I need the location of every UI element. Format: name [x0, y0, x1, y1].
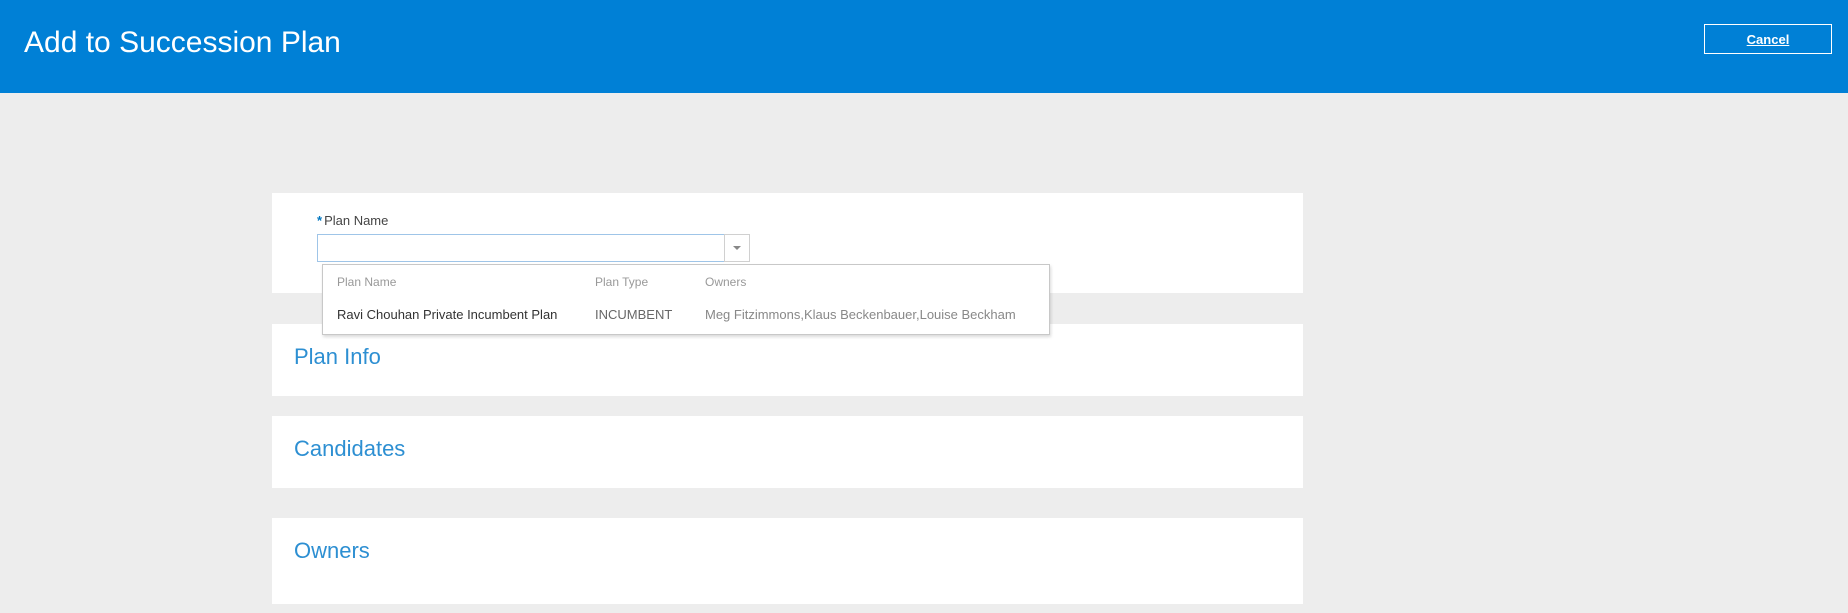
- candidates-title: Candidates: [272, 416, 1303, 482]
- cancel-button[interactable]: Cancel: [1704, 24, 1832, 54]
- plan-name-combobox: [317, 234, 1283, 262]
- candidates-section: Candidates: [272, 416, 1303, 488]
- plan-name-input[interactable]: [317, 234, 725, 262]
- dropdown-option-owners: Meg Fitzimmons,Klaus Beckenbauer,Louise …: [705, 307, 1035, 322]
- required-indicator: *: [317, 213, 322, 228]
- page-title: Add to Succession Plan: [24, 26, 341, 60]
- plan-name-dropdown: Plan Name Plan Type Owners Ravi Chouhan …: [322, 264, 1050, 335]
- chevron-down-icon: [732, 241, 742, 256]
- dropdown-option-name: Ravi Chouhan Private Incumbent Plan: [337, 307, 595, 322]
- plan-name-label: Plan Name: [324, 213, 388, 228]
- plan-name-dropdown-button[interactable]: [724, 234, 750, 262]
- dropdown-header-row: Plan Name Plan Type Owners: [323, 265, 1049, 297]
- owners-section: Owners: [272, 518, 1303, 604]
- dropdown-option-type: INCUMBENT: [595, 307, 705, 322]
- dropdown-option[interactable]: Ravi Chouhan Private Incumbent Plan INCU…: [323, 297, 1049, 334]
- plan-name-label-row: * Plan Name: [317, 213, 1283, 228]
- dropdown-header-name: Plan Name: [337, 275, 595, 289]
- root: Add to Succession Plan Cancel * Plan Nam…: [0, 0, 1848, 613]
- dropdown-header-owners: Owners: [705, 275, 1035, 289]
- dropdown-header-type: Plan Type: [595, 275, 705, 289]
- page-header: Add to Succession Plan Cancel: [0, 0, 1848, 93]
- owners-title: Owners: [272, 518, 1303, 584]
